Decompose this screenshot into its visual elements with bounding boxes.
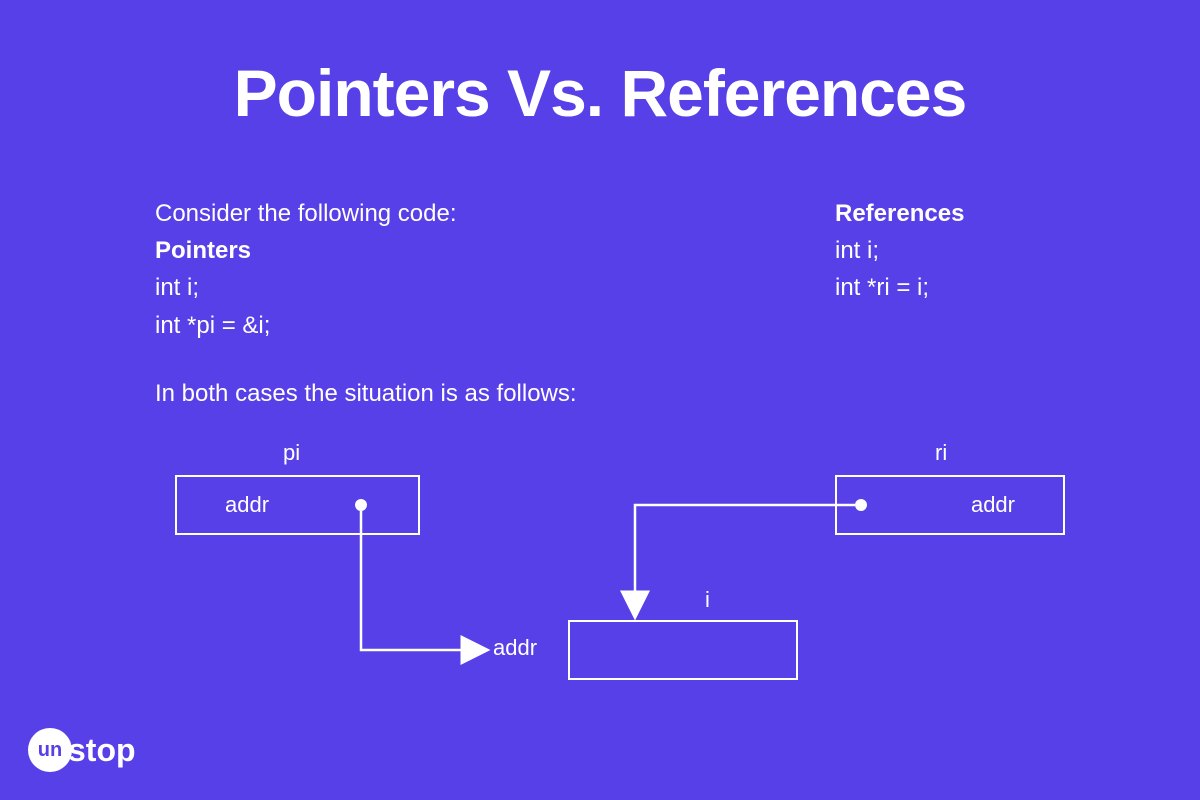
references-heading: References [835, 195, 964, 232]
arrows-svg [155, 435, 1075, 715]
page-title: Pointers Vs. References [0, 0, 1200, 131]
logo-text: stop [68, 732, 136, 769]
memory-diagram: pi addr i addr ri addr [155, 435, 1075, 715]
pointers-column: Consider the following code: Pointers in… [155, 195, 457, 344]
pointers-code-line-2: int *pi = &i; [155, 307, 457, 344]
bridge-text: In both cases the situation is as follow… [155, 380, 577, 408]
intro-text: Consider the following code: [155, 195, 457, 232]
references-column: References int i; int *ri = i; [835, 195, 964, 307]
pointers-heading: Pointers [155, 232, 457, 269]
brand-logo: un stop [28, 728, 136, 772]
logo-circle-icon: un [28, 728, 72, 772]
references-code-line-2: int *ri = i; [835, 269, 964, 306]
references-code-line-1: int i; [835, 232, 964, 269]
pointers-code-line-1: int i; [155, 269, 457, 306]
